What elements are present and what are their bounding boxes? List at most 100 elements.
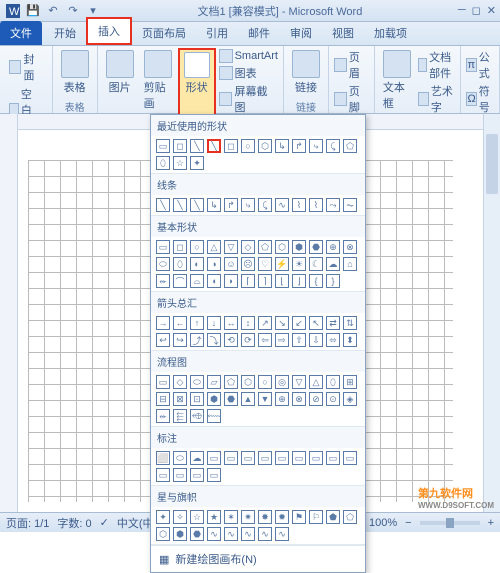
docparts-button[interactable]: 文档部件 bbox=[417, 48, 457, 82]
shape-item[interactable]: ○ bbox=[258, 375, 272, 389]
shape-item[interactable]: ⬱ bbox=[173, 409, 187, 423]
shape-item[interactable]: ⬟ bbox=[326, 510, 340, 524]
shape-item[interactable]: ◗ bbox=[224, 274, 238, 288]
shape-item[interactable]: ↱ bbox=[292, 139, 306, 153]
shape-item[interactable]: ♡ bbox=[258, 257, 272, 271]
shape-item[interactable]: ↙ bbox=[292, 316, 306, 330]
shape-item[interactable]: ⬠ bbox=[343, 510, 357, 524]
shape-item[interactable]: ⬰ bbox=[156, 274, 170, 288]
shape-item[interactable]: ☆ bbox=[173, 156, 187, 170]
shape-item[interactable]: ⬠ bbox=[258, 240, 272, 254]
shape-item[interactable]: ∿ bbox=[224, 527, 238, 541]
zoom-level[interactable]: 100% bbox=[369, 517, 397, 529]
shape-item[interactable]: ↩ bbox=[156, 333, 170, 347]
shape-item[interactable]: ↪ bbox=[173, 333, 187, 347]
shape-item[interactable]: ⬯ bbox=[173, 257, 187, 271]
status-proof-icon[interactable]: ✓ bbox=[100, 516, 109, 529]
shape-item[interactable]: ☹ bbox=[241, 257, 255, 271]
shape-item[interactable]: ⬣ bbox=[190, 527, 204, 541]
shape-item[interactable]: ▭ bbox=[173, 468, 187, 482]
shape-item[interactable]: ⤴ bbox=[190, 333, 204, 347]
symbol-button[interactable]: Ω符号 bbox=[465, 82, 495, 116]
shape-item[interactable]: ⚡ bbox=[275, 257, 289, 271]
shape-item[interactable]: ↳ bbox=[207, 198, 221, 212]
shape-item[interactable]: ▭ bbox=[309, 451, 323, 465]
clipart-button[interactable]: 剪贴画 bbox=[140, 48, 176, 116]
shape-item[interactable]: ☁ bbox=[326, 257, 340, 271]
redo-icon[interactable]: ↷ bbox=[64, 3, 82, 19]
shape-item[interactable]: ∿ bbox=[258, 527, 272, 541]
smartart-button[interactable]: SmartArt bbox=[218, 48, 279, 64]
shape-item[interactable]: ▭ bbox=[224, 451, 238, 465]
shape-item[interactable]: ▼ bbox=[258, 392, 272, 406]
shape-item[interactable]: ◈ bbox=[343, 392, 357, 406]
shape-item[interactable]: ⇦ bbox=[258, 333, 272, 347]
shape-item[interactable]: ⊙ bbox=[326, 392, 340, 406]
shape-item[interactable]: ⬄ bbox=[326, 333, 340, 347]
shape-item[interactable]: ✸ bbox=[258, 510, 272, 524]
shape-item[interactable]: ↘ bbox=[275, 316, 289, 330]
shape-item[interactable]: ⤳ bbox=[326, 198, 340, 212]
shape-item[interactable]: ◻ bbox=[224, 139, 238, 153]
shape-item[interactable]: ⬍ bbox=[343, 333, 357, 347]
shape-item[interactable]: ⇅ bbox=[343, 316, 357, 330]
tab-insert[interactable]: 插入 bbox=[86, 17, 132, 45]
shape-item[interactable]: ⬠ bbox=[224, 375, 238, 389]
shape-item[interactable]: ↱ bbox=[224, 198, 238, 212]
shape-item[interactable]: ⬡ bbox=[156, 527, 170, 541]
shape-item[interactable]: ╲ bbox=[173, 198, 187, 212]
shape-item[interactable]: ◇ bbox=[241, 240, 255, 254]
shape-item[interactable]: ⊕ bbox=[275, 392, 289, 406]
shape-item[interactable]: ○ bbox=[190, 240, 204, 254]
shape-item[interactable]: ▭ bbox=[156, 139, 170, 153]
shape-item[interactable]: ⊕ bbox=[326, 240, 340, 254]
shape-item[interactable]: ⬡ bbox=[258, 139, 272, 153]
shape-item[interactable]: ↖ bbox=[309, 316, 323, 330]
shape-item[interactable]: ⬡ bbox=[275, 240, 289, 254]
shape-item[interactable]: ⬜ bbox=[156, 451, 170, 465]
shape-item[interactable]: ☁ bbox=[190, 451, 204, 465]
shape-item[interactable]: ⬯ bbox=[326, 375, 340, 389]
shape-item[interactable]: ⬳ bbox=[207, 409, 221, 423]
shape-item[interactable]: ✷ bbox=[241, 510, 255, 524]
shape-item[interactable]: ⌊ bbox=[275, 274, 289, 288]
shape-item[interactable]: ⤹ bbox=[326, 139, 340, 153]
shape-item[interactable]: ⇩ bbox=[309, 333, 323, 347]
shape-item[interactable]: ⬢ bbox=[173, 527, 187, 541]
link-button[interactable]: 链接 bbox=[288, 48, 324, 97]
shape-item[interactable]: ⌂ bbox=[343, 257, 357, 271]
shape-item[interactable]: ○ bbox=[241, 139, 255, 153]
shape-item[interactable]: ∿ bbox=[207, 527, 221, 541]
shape-item[interactable]: ▭ bbox=[241, 451, 255, 465]
shape-item[interactable]: ⬣ bbox=[309, 240, 323, 254]
shape-item[interactable]: ← bbox=[173, 316, 187, 330]
shape-item[interactable]: ▭ bbox=[343, 451, 357, 465]
shape-item[interactable]: ▭ bbox=[156, 240, 170, 254]
shape-item[interactable]: ⊡ bbox=[190, 392, 204, 406]
shape-item[interactable]: ☺ bbox=[224, 257, 238, 271]
shape-item[interactable]: ⊠ bbox=[173, 392, 187, 406]
shape-item[interactable]: ▽ bbox=[292, 375, 306, 389]
shape-item[interactable]: ▭ bbox=[156, 468, 170, 482]
shape-item[interactable]: ⌇ bbox=[309, 198, 323, 212]
shape-item[interactable]: ◇ bbox=[173, 375, 187, 389]
shape-item[interactable]: ⬡ bbox=[241, 375, 255, 389]
shape-item[interactable]: ∿ bbox=[275, 527, 289, 541]
shape-item[interactable]: ↕ bbox=[241, 316, 255, 330]
shape-item[interactable]: ⊟ bbox=[156, 392, 170, 406]
shape-item[interactable]: ⊗ bbox=[343, 240, 357, 254]
shape-item[interactable]: ⌈ bbox=[241, 274, 255, 288]
shapes-button[interactable]: 形状 bbox=[178, 48, 216, 116]
table-button[interactable]: 表格 bbox=[57, 48, 93, 97]
shape-item[interactable]: ✹ bbox=[275, 510, 289, 524]
shape-item[interactable]: ⌒ bbox=[173, 274, 187, 288]
shape-item[interactable]: ⬲ bbox=[190, 409, 204, 423]
shape-line-highlighted[interactable]: ╲ bbox=[207, 139, 221, 153]
shape-item[interactable]: ✦ bbox=[190, 156, 204, 170]
shape-item[interactable]: ▭ bbox=[156, 375, 170, 389]
shape-item[interactable]: ◖ bbox=[207, 274, 221, 288]
shape-item[interactable]: ⌉ bbox=[258, 274, 272, 288]
tab-file[interactable]: 文件 bbox=[0, 21, 42, 45]
tab-review[interactable]: 审阅 bbox=[280, 21, 322, 45]
shape-item[interactable]: ⌓ bbox=[190, 274, 204, 288]
